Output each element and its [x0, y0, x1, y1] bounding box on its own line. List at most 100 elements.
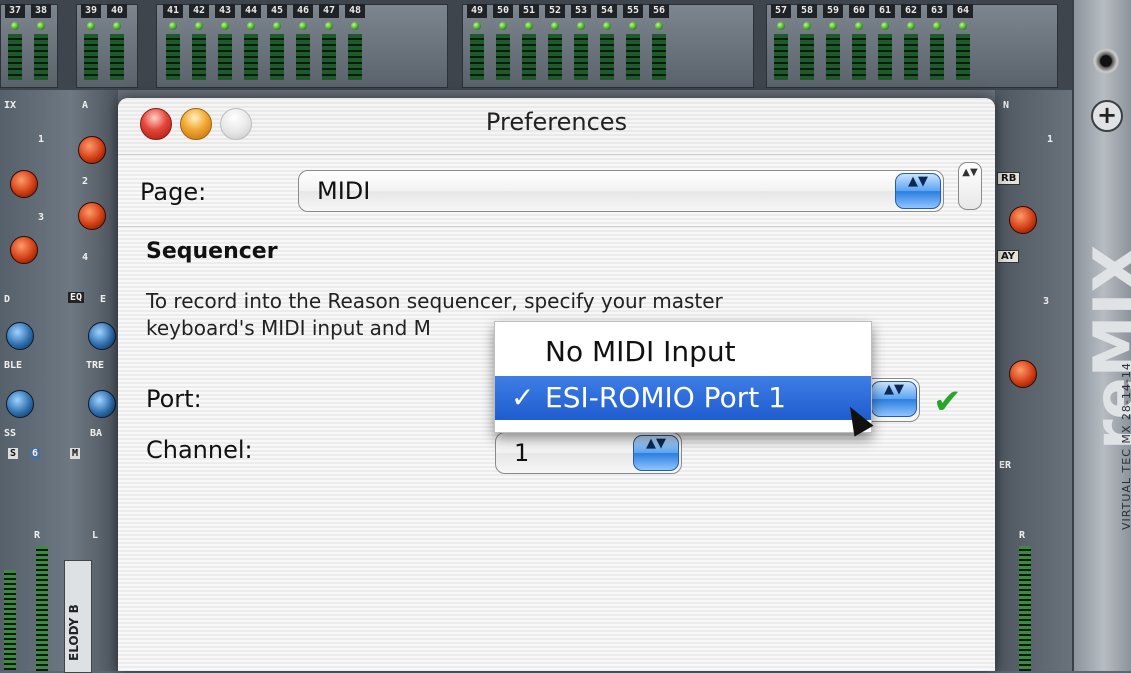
right-send-knob-1[interactable] — [1009, 206, 1037, 234]
channel-meter-44: 44 — [240, 0, 262, 82]
channel-number: 59 — [823, 4, 843, 18]
bass-label: SS — [4, 428, 17, 439]
rack-side-text: VIRTUAL TEC MX 28-14-14 — [1120, 362, 1131, 530]
channel-level-bar — [522, 34, 536, 80]
channel-number: 55 — [623, 4, 643, 18]
channel-number: 63 — [927, 4, 947, 18]
channel-meter-51: 51 — [518, 0, 540, 82]
aux-send-knob-1[interactable] — [78, 136, 106, 164]
channel-meter-49: 49 — [466, 0, 488, 82]
section-title: Sequencer — [146, 239, 278, 264]
channel-level-bar — [574, 34, 588, 80]
channel-number: 43 — [215, 4, 235, 18]
audio-jack-icon[interactable] — [1093, 48, 1119, 74]
channel-level-bar — [800, 34, 814, 80]
mute-button[interactable]: M — [70, 448, 81, 459]
channel-number: 37 — [5, 4, 25, 18]
channel-meter-38: 38 — [30, 0, 52, 82]
channel-number: 61 — [875, 4, 895, 18]
channel-meter-41: 41 — [162, 0, 184, 82]
aux-send-knob-2[interactable] — [10, 170, 38, 198]
channel-meter-52: 52 — [544, 0, 566, 82]
channel-number: 51 — [519, 4, 539, 18]
channel-level-bar — [626, 34, 640, 80]
right-send-knob-3[interactable] — [1009, 360, 1037, 388]
knob-label-1: 1 — [38, 134, 45, 145]
channel-popup[interactable]: 1 ▲▼ — [495, 432, 682, 474]
menu-item-no-midi-input[interactable]: No MIDI Input — [495, 330, 871, 374]
bass-knob-2[interactable] — [88, 390, 116, 418]
channel-level-bar — [470, 34, 484, 80]
melody-tape-text: ELODY B — [67, 604, 81, 661]
window-titlebar[interactable]: Preferences — [118, 98, 995, 155]
channel-meter-61: 61 — [874, 0, 896, 82]
treble-label: BLE — [4, 360, 23, 371]
channel-level-bar — [84, 34, 98, 80]
right-one-label: 1 — [1047, 134, 1054, 145]
channel-level-bar — [270, 34, 284, 80]
channel-led-icon — [11, 22, 19, 30]
channel-meter-37: 37 — [4, 0, 26, 82]
channel-number: 42 — [189, 4, 209, 18]
channel-level-bar — [192, 34, 206, 80]
treble-knob[interactable] — [6, 322, 34, 350]
page-stepper-icon[interactable]: ▲▼ — [958, 162, 982, 210]
channel-six-label: 6 — [30, 448, 41, 459]
page-popup-value: MIDI — [317, 177, 371, 205]
reverb-tag: RB — [997, 172, 1021, 185]
channel-meter-64: 64 — [952, 0, 974, 82]
selected-checkmark-icon: ✓ — [511, 381, 535, 414]
channel-led-icon — [299, 22, 307, 30]
menu-item-label: ESI-ROMIO Port 1 — [545, 381, 786, 414]
channel-led-icon — [37, 22, 45, 30]
description-line-1: To record into the Reason sequencer, spe… — [146, 289, 723, 313]
page-popup[interactable]: MIDI ▲▼ — [298, 170, 944, 212]
channel-meter-54: 54 — [596, 0, 618, 82]
channel-meter-62: 62 — [900, 0, 922, 82]
channel-level-bar — [296, 34, 310, 80]
page-selector-row: Page: MIDI ▲▼ — [118, 154, 995, 227]
channel-meter-58: 58 — [796, 0, 818, 82]
port-popup-arrows-icon: ▲▼ — [871, 381, 917, 417]
knob-label-2: 2 — [82, 176, 89, 187]
channel-meter-40: 40 — [106, 0, 128, 82]
page-label: Page: — [140, 178, 207, 206]
aux-send-knob-3[interactable] — [78, 202, 106, 230]
channel-level-bar — [548, 34, 562, 80]
channel-meter-50: 50 — [492, 0, 514, 82]
channel-led-icon — [777, 22, 785, 30]
channel-meter-57: 57 — [770, 0, 792, 82]
mixer-left-strip: IX A 1 2 3 4 D EQ E BLE TRE SS BA S 6 M … — [0, 90, 118, 671]
channel-level-bar — [110, 34, 124, 80]
channel-level-bar — [956, 34, 970, 80]
eq-button[interactable]: EQ — [68, 292, 85, 303]
channel-level-bar — [904, 34, 918, 80]
channel-number: 47 — [319, 4, 339, 18]
channel-popup-arrows-icon: ▲▼ — [633, 435, 679, 471]
right-er-label: ER — [999, 460, 1012, 471]
channel-led-icon — [603, 22, 611, 30]
channel-popup-value: 1 — [514, 439, 530, 467]
eq2-label: E — [100, 294, 107, 305]
channel-level-bar — [496, 34, 510, 80]
channel-fader[interactable] — [4, 570, 16, 670]
add-knob-icon[interactable]: + — [1091, 100, 1123, 132]
channel-meter-48: 48 — [344, 0, 366, 82]
channel-led-icon — [499, 22, 507, 30]
channel-led-icon — [577, 22, 585, 30]
solo-button[interactable]: S — [8, 448, 19, 459]
aux-send-knob-4[interactable] — [10, 236, 38, 264]
port-label: Port: — [146, 385, 202, 413]
channel-level-bar — [826, 34, 840, 80]
right-level-meter — [1019, 546, 1031, 671]
bass-knob[interactable] — [6, 390, 34, 418]
channel-meter-63: 63 — [926, 0, 948, 82]
channel-level-bar — [244, 34, 258, 80]
channel-level-bar — [878, 34, 892, 80]
channel-level-bar — [8, 34, 22, 80]
treble-knob-2[interactable] — [88, 322, 116, 350]
preferences-window: Preferences Page: MIDI ▲▼ ▲▼ Sequencer T… — [118, 98, 995, 671]
channel-led-icon — [473, 22, 481, 30]
right-n-label: N — [1003, 100, 1010, 111]
menu-item-esi-romio-port-1[interactable]: ✓ ESI-ROMIO Port 1 — [495, 376, 871, 420]
